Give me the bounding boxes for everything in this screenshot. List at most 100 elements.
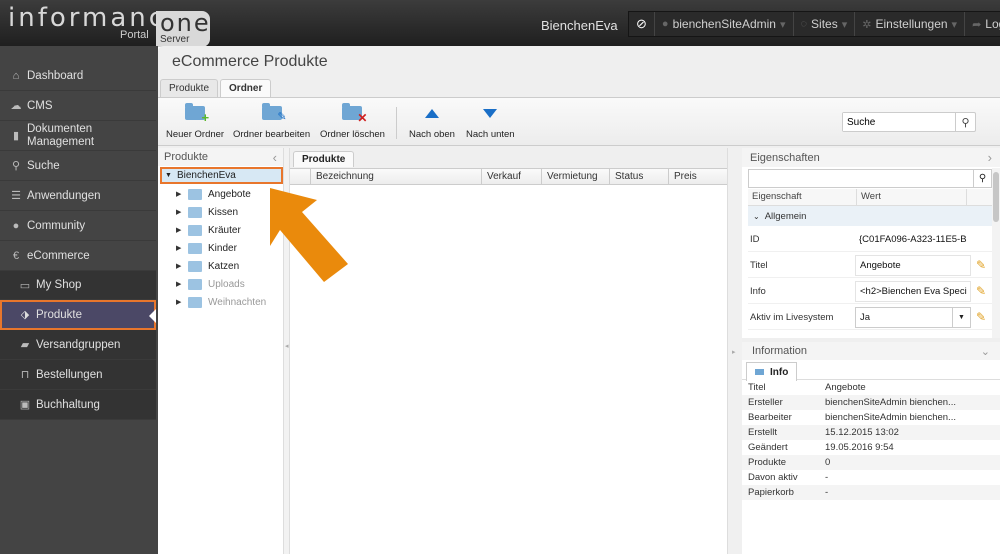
expand-icon[interactable]: ▶ xyxy=(176,244,182,252)
tree-node[interactable]: ▶ Katzen xyxy=(176,257,239,275)
expanded-icon[interactable]: ▼ xyxy=(165,172,172,179)
pencil-icon[interactable]: ✎ xyxy=(971,284,991,298)
tab-info[interactable]: Info xyxy=(746,362,798,381)
move-down-button[interactable]: Nach unten xyxy=(466,102,515,140)
sidebar-item-versandgruppen[interactable]: ▰ Versandgruppen xyxy=(0,330,156,360)
logo: informance Portal one Server xyxy=(8,5,210,47)
sites-menu[interactable]: ◌ Sites ▾ xyxy=(792,12,855,36)
site-name: BienchenEva xyxy=(541,18,618,33)
toolbar-separator xyxy=(396,107,397,139)
cart-icon: ⊓ xyxy=(20,369,30,381)
sidebar-item-cms[interactable]: ☁ CMS xyxy=(0,91,156,121)
folder-icon xyxy=(188,206,202,218)
properties-scrollbar[interactable] xyxy=(992,168,1000,338)
tree-node[interactable]: ▶ Kissen xyxy=(176,203,238,221)
column-header[interactable]: Preis xyxy=(668,169,723,184)
property-key: ID xyxy=(750,233,760,245)
information-header: Information ⌄ xyxy=(742,342,1000,360)
tags-icon: ⬗ xyxy=(20,309,30,321)
expand-icon[interactable]: ▶ xyxy=(176,208,182,216)
property-row: Titel Angebote ✎ xyxy=(748,253,992,278)
sidebar-item-dashboard[interactable]: ⌂ Dashboard xyxy=(0,61,156,91)
delete-folder-button[interactable]: ✕ Ordner löschen xyxy=(320,102,385,140)
top-bar: informance Portal one Server BienchenEva… xyxy=(0,0,1000,47)
column-header[interactable]: Vermietung xyxy=(541,169,609,184)
sidebar-item-my-shop[interactable]: ▭ My Shop xyxy=(0,271,156,300)
sidebar-item-buchhaltung[interactable]: ▣ Buchhaltung xyxy=(0,390,156,420)
property-row: Info <h2>Bienchen Eva Speci ✎ xyxy=(748,279,992,304)
select-value: Ja xyxy=(860,311,871,323)
settings-menu[interactable]: ✲ Einstellungen ▾ xyxy=(854,12,964,36)
property-value[interactable]: <h2>Bienchen Eva Speci xyxy=(855,280,971,302)
tree-root-node[interactable]: ▼ BienchenEva xyxy=(160,167,283,184)
tab-produkte[interactable]: Produkte xyxy=(160,79,219,97)
pencil-icon[interactable]: ✎ xyxy=(971,310,991,324)
sidebar-item-label: My Shop xyxy=(36,279,82,291)
property-value[interactable]: Angebote xyxy=(855,254,971,276)
sidebar-item-label: Dashboard xyxy=(27,69,84,82)
properties-search-input[interactable] xyxy=(749,170,973,187)
tab-grid-produkte[interactable]: Produkte xyxy=(293,151,355,167)
collapse-down-icon[interactable]: ⌄ xyxy=(981,345,990,358)
collapse-left-icon[interactable]: ‹ xyxy=(273,150,277,165)
logout-button[interactable]: ➦Logout xyxy=(964,12,1000,36)
collapse-right-icon[interactable]: › xyxy=(988,150,992,165)
column-header[interactable]: Status xyxy=(609,169,668,184)
sidebar-item-label: eCommerce xyxy=(27,249,90,262)
scrollbar-thumb[interactable] xyxy=(993,172,999,222)
tree-node[interactable]: ▶ Uploads xyxy=(176,275,245,293)
grid-header-select[interactable] xyxy=(290,169,310,184)
tree-node[interactable]: ▶ Angebote xyxy=(176,185,251,203)
properties-search-button[interactable]: ⚲ xyxy=(973,170,991,187)
tree-node[interactable]: ▶ Kinder xyxy=(176,239,237,257)
tree-node-label: Kissen xyxy=(208,206,239,218)
tab-ordner[interactable]: Ordner xyxy=(220,79,272,97)
property-group[interactable]: ⌄ Allgemein xyxy=(748,206,992,226)
expand-icon[interactable]: ▶ xyxy=(176,226,182,234)
info-value: 19.05.2016 9:54 xyxy=(825,442,894,453)
move-up-label: Nach oben xyxy=(409,129,455,140)
pencil-icon[interactable]: ✎ xyxy=(971,258,991,272)
new-folder-button[interactable]: + Neuer Ordner xyxy=(166,102,224,140)
column-header[interactable]: Bezeichnung xyxy=(310,169,481,184)
tree-node[interactable]: ▶ Weihnachten xyxy=(176,293,266,311)
expand-icon[interactable]: ▶ xyxy=(176,190,182,198)
search-input[interactable] xyxy=(843,113,955,131)
information-title: Information xyxy=(752,345,808,357)
active-select[interactable]: Ja ▼ xyxy=(855,306,971,328)
expand-icon[interactable]: ▶ xyxy=(176,262,182,270)
expand-icon[interactable]: ▶ xyxy=(176,298,182,306)
block-icon: ⊘ xyxy=(636,16,647,31)
sidebar-item-anwendungen[interactable]: ☰ Anwendungen xyxy=(0,181,156,211)
info-key: Ersteller xyxy=(748,397,783,408)
sidebar: ⌂ Dashboard ☁ CMS ▮ Dokumenten Management ⚲ S… xyxy=(0,46,158,554)
folder-icon xyxy=(755,369,764,375)
expand-icon[interactable]: ▶ xyxy=(176,280,182,288)
edit-folder-button[interactable]: ✎ Ordner bearbeiten xyxy=(233,102,310,140)
block-button[interactable]: ⊘ xyxy=(629,12,654,36)
grid-tabbar: Produkte xyxy=(290,148,727,168)
sidebar-item-suche[interactable]: ⚲ Suche xyxy=(0,151,156,181)
sidebar-item-label: Produkte xyxy=(36,308,83,321)
settings-menu-label: Einstellungen xyxy=(875,17,948,31)
sidebar-item-produkte[interactable]: ⬗ Produkte xyxy=(0,300,156,330)
column-header[interactable]: Verkauf xyxy=(481,169,541,184)
splitter-right[interactable]: ▸ xyxy=(728,148,742,554)
property-row: Aktiv im Livesystem Ja ▼ ✎ xyxy=(748,305,992,330)
search-button[interactable]: ⚲ xyxy=(955,113,975,131)
sidebar-item-dokumenten-management[interactable]: ▮ Dokumenten Management xyxy=(0,121,156,151)
sidebar-item-label: Anwendungen xyxy=(27,189,101,202)
sidebar-item-bestellungen[interactable]: ⊓ Bestellungen xyxy=(0,360,156,390)
euro-icon: € xyxy=(12,249,20,262)
property-group-label: Allgemein xyxy=(764,210,807,222)
tree-node[interactable]: ▶ Kräuter xyxy=(176,221,241,239)
user-menu[interactable]: ● bienchenSiteAdmin ▾ xyxy=(653,12,793,36)
sidebar-item-ecommerce[interactable]: € eCommerce xyxy=(0,241,156,271)
home-icon: ⌂ xyxy=(12,69,20,82)
gear-icon: ✲ xyxy=(862,18,872,31)
chevron-down-icon: ▾ xyxy=(951,18,958,31)
move-up-button[interactable]: Nach oben xyxy=(409,102,455,140)
search-icon: ⚲ xyxy=(961,116,970,129)
sidebar-item-community[interactable]: ● Community xyxy=(0,211,156,241)
properties-panel: Eigenschaften › ⚲ Eigenschaft Wert ⌄ All… xyxy=(742,148,1000,338)
